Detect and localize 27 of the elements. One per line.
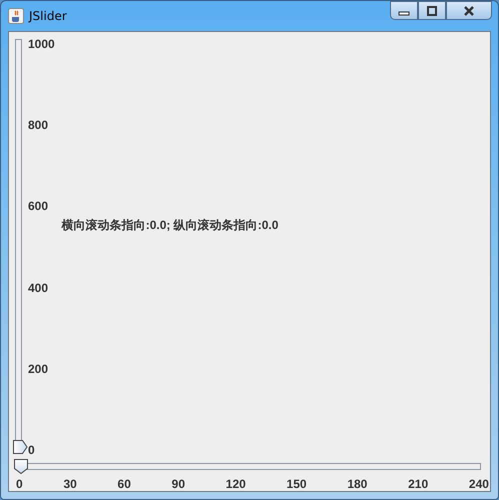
- tick-label: 400: [28, 280, 50, 295]
- tick-label: 1000: [28, 37, 55, 51]
- close-icon: [462, 6, 476, 16]
- java-cup-icon: [8, 8, 24, 24]
- vertical-slider[interactable]: [12, 37, 28, 455]
- tick-label: 150: [286, 477, 307, 491]
- tick-label: 0: [28, 442, 36, 457]
- close-button[interactable]: [446, 1, 492, 20]
- horizontal-slider[interactable]: [13, 458, 481, 475]
- tick-label: 30: [63, 477, 77, 491]
- status-label: 横向滚动条指向:0.0; 纵向滚动条指向:0.0: [62, 216, 278, 234]
- tick-label: 210: [408, 477, 428, 491]
- tick-label: 200: [28, 362, 50, 376]
- tick-label: 800: [28, 118, 50, 132]
- horizontal-slider-thumb[interactable]: [13, 458, 29, 475]
- tick-label: 0: [16, 477, 23, 491]
- tick-label: 90: [172, 477, 186, 491]
- tick-label: 60: [118, 477, 131, 491]
- minimize-button[interactable]: [390, 1, 418, 20]
- maximize-button[interactable]: [418, 1, 446, 20]
- tick-label: 180: [347, 477, 368, 491]
- maximize-icon: [426, 6, 438, 16]
- tick-label: 240: [468, 477, 489, 491]
- window-title: JSlider: [29, 9, 67, 23]
- vertical-slider-thumb[interactable]: [12, 439, 28, 455]
- tick-label: 600: [28, 199, 50, 214]
- tick-label: 120: [226, 477, 246, 491]
